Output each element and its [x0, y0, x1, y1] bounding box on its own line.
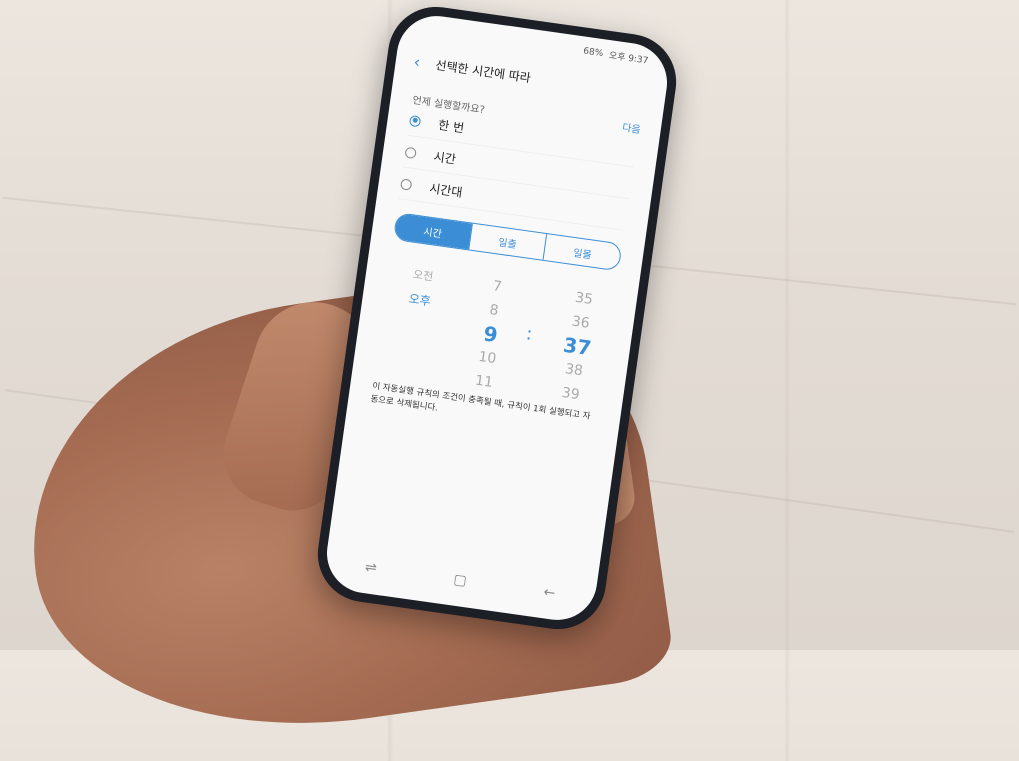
time-colon: :: [524, 323, 534, 345]
clock-text: 오후 9:37: [608, 51, 649, 67]
minute-value: 39: [560, 384, 581, 404]
status-bar: 68% 오후 9:37: [582, 44, 649, 67]
radio-selected-icon[interactable]: [408, 114, 422, 127]
minute-wheel[interactable]: 35 36 37 38 39: [547, 284, 608, 409]
hour-wheel[interactable]: 7 8 9 10 11: [463, 272, 519, 396]
radio-icon[interactable]: [400, 177, 413, 191]
recent-apps-icon[interactable]: ⇌: [364, 559, 378, 576]
back-arrow-icon[interactable]: ‹: [413, 52, 437, 74]
option-label: 시간대: [428, 180, 464, 200]
segment-sunset[interactable]: 일몰: [542, 234, 622, 271]
segment-sunrise[interactable]: 일출: [467, 223, 547, 260]
option-label: 한 번: [437, 117, 465, 135]
segment-time[interactable]: 시간: [394, 213, 472, 250]
time-picker: 오전 오후 7 8 9 10 11 : 35 36 37 38 39: [375, 260, 616, 403]
back-icon[interactable]: ←: [542, 584, 556, 601]
radio-icon[interactable]: [404, 146, 417, 159]
battery-text: 68%: [582, 45, 604, 59]
home-icon[interactable]: ▢: [452, 572, 467, 590]
next-button[interactable]: 다음: [621, 119, 641, 136]
hour-value: 11: [474, 372, 494, 391]
navigation-bar: ⇌ ▢ ←: [364, 559, 556, 602]
ampm-wheel[interactable]: 오전 오후: [393, 261, 449, 315]
page-title: 선택한 시간에 따라: [434, 57, 532, 85]
option-label: 시간: [432, 149, 457, 167]
